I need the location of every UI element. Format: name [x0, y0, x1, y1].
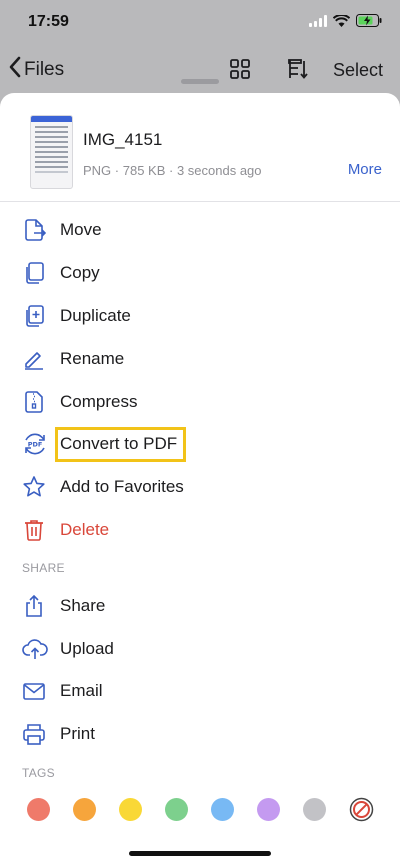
highlight-annotation: [55, 427, 186, 462]
sort-icon[interactable]: [286, 57, 310, 86]
action-label: Upload: [60, 639, 114, 658]
file-actions-sheet: IMG_4151 PNG · 785 KB · 3 seconds ago Mo…: [0, 93, 400, 866]
upload-cloud-icon: [22, 637, 48, 661]
more-button[interactable]: More: [348, 161, 382, 178]
action-label: Email: [60, 681, 103, 700]
copy-icon: [22, 261, 46, 285]
status-bar: 17:59: [0, 0, 400, 46]
cellular-signal-icon: [309, 14, 327, 27]
rename-pencil-icon: [22, 347, 46, 371]
file-name: IMG_4151: [83, 130, 163, 149]
envelope-icon: [22, 679, 46, 703]
action-label: Print: [60, 724, 95, 743]
file-size: 785 KB: [122, 163, 166, 178]
action-duplicate[interactable]: Duplicate: [0, 295, 400, 337]
svg-text:PDF: PDF: [28, 441, 43, 449]
action-copy[interactable]: Copy: [0, 252, 400, 294]
action-label: Copy: [60, 263, 100, 282]
tag-red[interactable]: [27, 798, 50, 821]
wifi-icon: [333, 14, 350, 27]
action-add-to-favorites[interactable]: Add to Favorites: [0, 466, 400, 508]
duplicate-icon: [22, 304, 46, 328]
tags-section-title: TAGS: [22, 766, 55, 780]
action-share[interactable]: Share: [0, 585, 400, 627]
file-type: PNG: [83, 163, 112, 178]
action-label: Move: [60, 220, 102, 239]
chevron-left-icon: [8, 56, 22, 84]
action-label: Compress: [60, 392, 138, 411]
file-modified: 3 seconds ago: [176, 163, 262, 178]
back-button[interactable]: Files: [8, 56, 64, 84]
trash-icon: [22, 518, 46, 542]
action-label: Add to Favorites: [60, 477, 184, 496]
action-label: Duplicate: [60, 306, 131, 325]
no-tag-icon[interactable]: [349, 797, 374, 822]
printer-icon: [22, 722, 46, 746]
sheet-grabber[interactable]: [181, 79, 219, 84]
grid-view-icon[interactable]: [229, 58, 251, 85]
file-meta: PNG · 785 KB · 3 seconds ago: [83, 163, 262, 178]
convert-pdf-icon: PDF: [22, 432, 46, 456]
action-move[interactable]: Move: [0, 209, 400, 251]
status-icons: [309, 14, 382, 27]
action-label: Delete: [60, 520, 110, 539]
action-rename[interactable]: Rename: [0, 338, 400, 380]
back-label: Files: [24, 59, 65, 80]
action-compress[interactable]: Compress: [0, 381, 400, 423]
action-label: Rename: [60, 349, 125, 368]
tag-blue[interactable]: [211, 798, 234, 821]
status-time: 17:59: [28, 13, 69, 30]
compress-zip-icon: [22, 390, 46, 414]
action-delete[interactable]: Delete: [0, 509, 400, 551]
select-button[interactable]: Select: [333, 60, 383, 81]
action-label: Share: [60, 596, 106, 615]
divider: [0, 201, 400, 202]
action-upload[interactable]: Upload: [0, 628, 400, 670]
tag-green[interactable]: [165, 798, 188, 821]
file-thumbnail: [30, 115, 73, 189]
action-print[interactable]: Print: [0, 713, 400, 755]
tag-gray[interactable]: [303, 798, 326, 821]
home-indicator: [129, 851, 271, 856]
navigation-bar: Files Select: [0, 50, 400, 90]
move-icon: [22, 218, 46, 242]
battery-charging-icon: [356, 14, 382, 27]
tag-orange[interactable]: [73, 798, 96, 821]
tag-purple[interactable]: [257, 798, 280, 821]
action-email[interactable]: Email: [0, 670, 400, 712]
share-icon: [22, 594, 46, 618]
tag-yellow[interactable]: [119, 798, 142, 821]
share-section-title: SHARE: [22, 561, 65, 575]
star-icon: [22, 475, 46, 499]
action-convert-to-pdf[interactable]: PDF Convert to PDF: [0, 423, 400, 465]
